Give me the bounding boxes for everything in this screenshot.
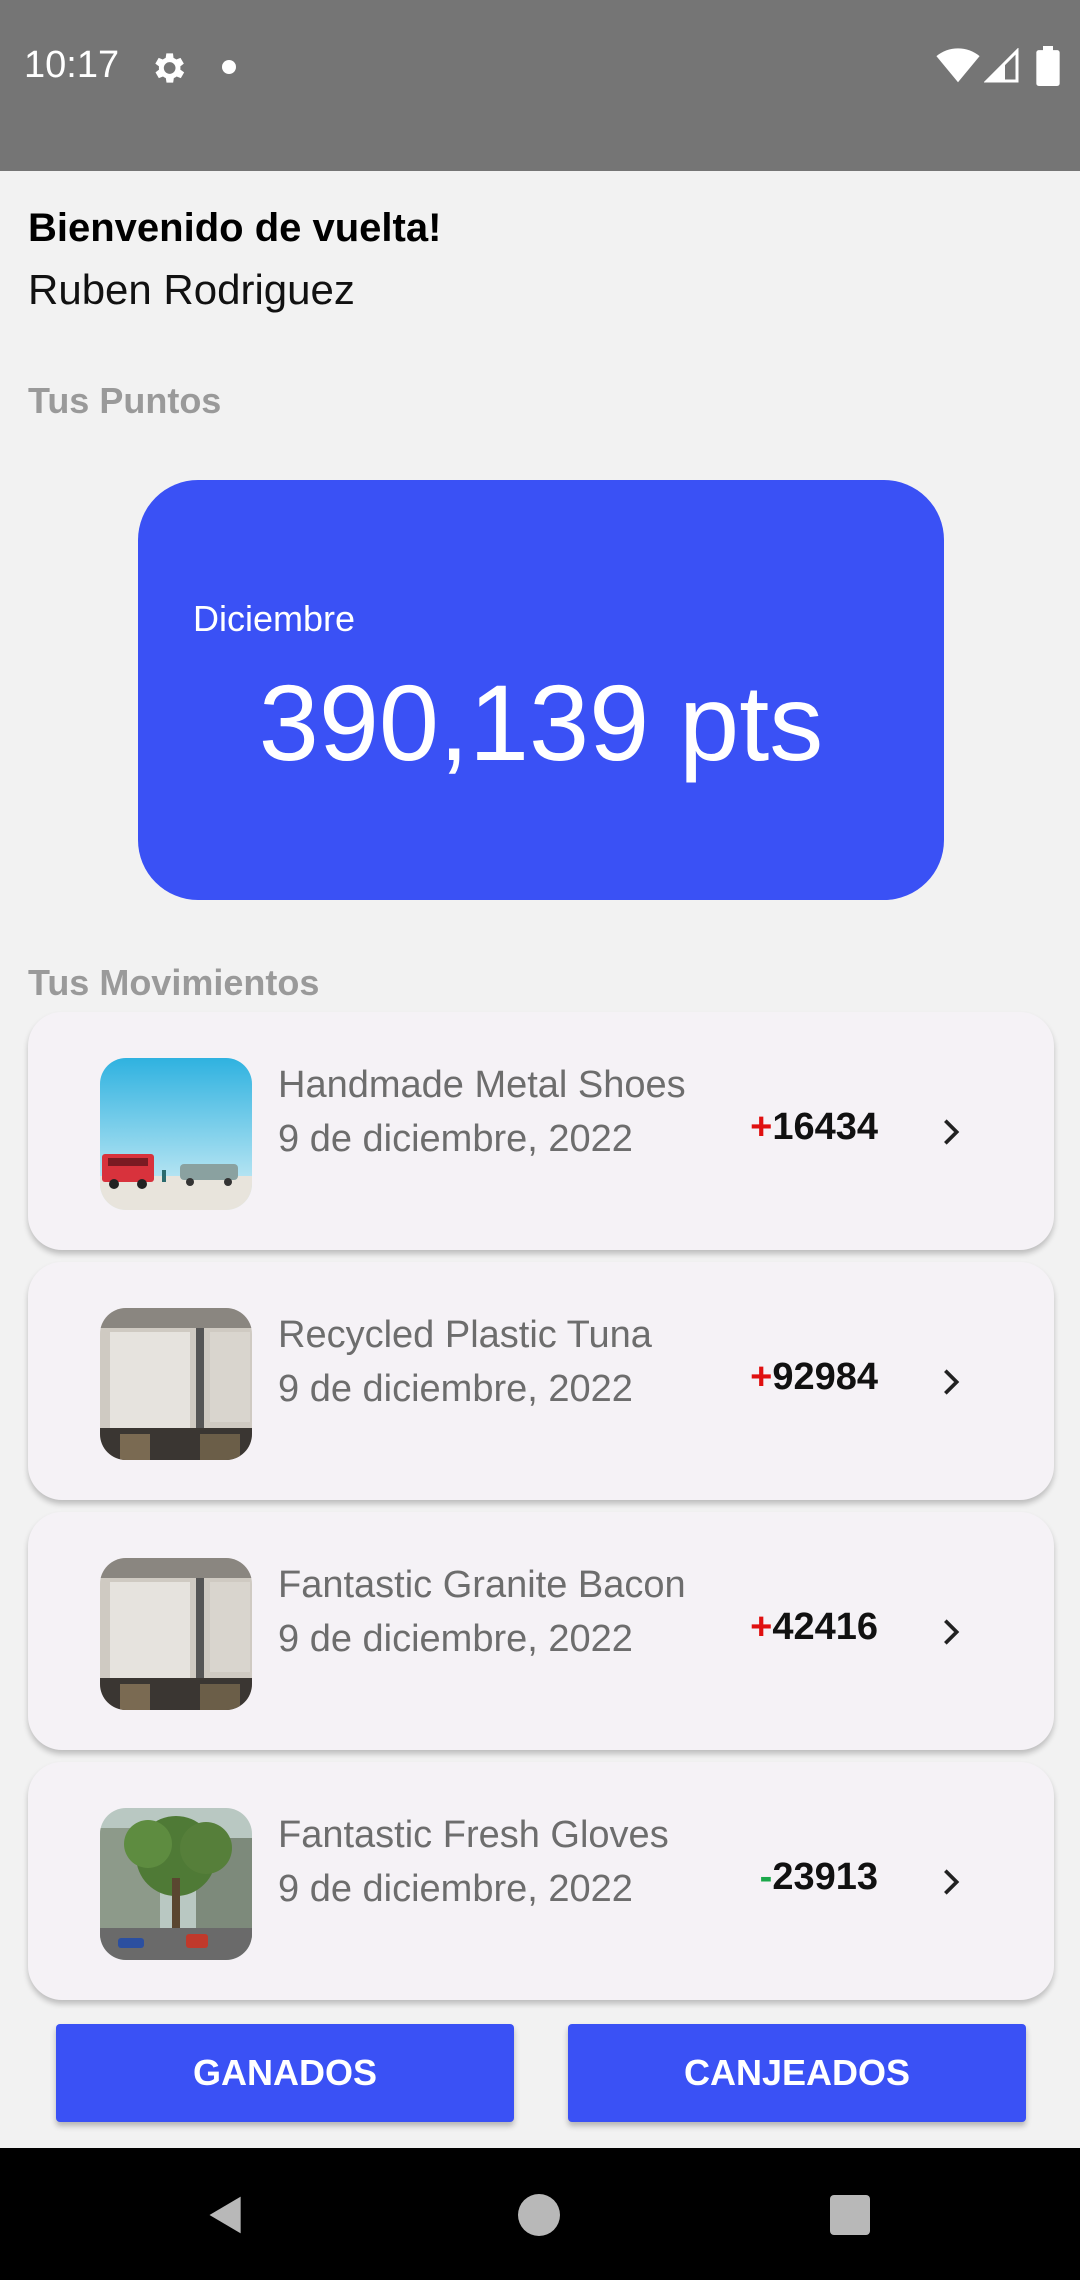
movement-amount: +92984 <box>750 1356 878 1399</box>
movement-date: 9 de diciembre, 2022 <box>278 1618 633 1660</box>
recents-icon[interactable] <box>830 2195 870 2235</box>
action-bar: GANADOS CANJEADOS <box>0 2012 1080 2148</box>
movement-item[interactable]: Recycled Plastic Tuna 9 de diciembre, 20… <box>28 1262 1054 1500</box>
movement-date: 9 de diciembre, 2022 <box>278 1868 633 1910</box>
movement-date: 9 de diciembre, 2022 <box>278 1118 633 1160</box>
building-facade-photo <box>100 1558 252 1710</box>
notification-dot-icon <box>222 60 236 74</box>
chevron-right-icon[interactable] <box>934 1862 968 1902</box>
street-tree-photo <box>100 1808 252 1960</box>
signal-icon <box>984 48 1019 83</box>
points-month: Diciembre <box>193 598 356 639</box>
navigation-bar <box>0 2148 1080 2280</box>
user-name: Ruben Rodriguez <box>28 266 355 313</box>
movement-thumbnail <box>100 1058 252 1210</box>
movement-amount: +42416 <box>750 1606 878 1649</box>
movement-sign: - <box>759 1856 773 1898</box>
battery-icon <box>1036 46 1060 86</box>
movement-value: 23913 <box>772 1856 878 1898</box>
movement-amount: +16434 <box>750 1106 878 1149</box>
points-card: Diciembre 390,139 pts <box>138 480 944 900</box>
chevron-right-icon[interactable] <box>934 1112 968 1152</box>
movement-thumbnail <box>100 1808 252 1960</box>
movement-value: 92984 <box>772 1356 878 1398</box>
earned-button[interactable]: GANADOS <box>56 2024 514 2122</box>
movement-title: Handmade Metal Shoes <box>278 1064 686 1106</box>
movement-value: 42416 <box>772 1606 878 1648</box>
movement-thumbnail <box>100 1308 252 1460</box>
points-section-title: Tus Puntos <box>28 380 222 421</box>
movements-section-title: Tus Movimientos <box>28 962 320 1003</box>
movement-thumbnail <box>100 1558 252 1710</box>
points-value: 390,139 pts <box>258 662 824 783</box>
movement-sign: + <box>750 1606 773 1648</box>
chevron-right-icon[interactable] <box>934 1612 968 1652</box>
movement-item[interactable]: Fantastic Granite Bacon 9 de diciembre, … <box>28 1512 1054 1750</box>
wifi-icon <box>936 48 980 83</box>
status-time: 10:17 <box>24 44 120 86</box>
movement-item[interactable]: Fantastic Fresh Gloves 9 de diciembre, 2… <box>28 1762 1054 2000</box>
movement-sign: + <box>750 1356 773 1398</box>
movement-title: Fantastic Fresh Gloves <box>278 1814 669 1856</box>
status-bar: 10:17 <box>0 0 1080 171</box>
back-icon[interactable] <box>204 2192 248 2238</box>
movement-item[interactable]: Handmade Metal Shoes 9 de diciembre, 202… <box>28 1012 1054 1250</box>
movement-title: Fantastic Granite Bacon <box>278 1564 686 1606</box>
redeemed-button[interactable]: CANJEADOS <box>568 2024 1026 2122</box>
movement-title: Recycled Plastic Tuna <box>278 1314 652 1356</box>
movement-amount: -23913 <box>760 1856 878 1899</box>
chevron-right-icon[interactable] <box>934 1362 968 1402</box>
movement-sign: + <box>750 1106 773 1148</box>
beach-vehicles-photo <box>100 1058 252 1210</box>
building-facade-photo <box>100 1308 252 1460</box>
gear-icon <box>155 53 185 83</box>
movement-value: 16434 <box>772 1106 878 1148</box>
movement-date: 9 de diciembre, 2022 <box>278 1368 633 1410</box>
home-icon[interactable] <box>518 2194 560 2236</box>
welcome-heading: Bienvenido de vuelta! <box>28 206 442 250</box>
